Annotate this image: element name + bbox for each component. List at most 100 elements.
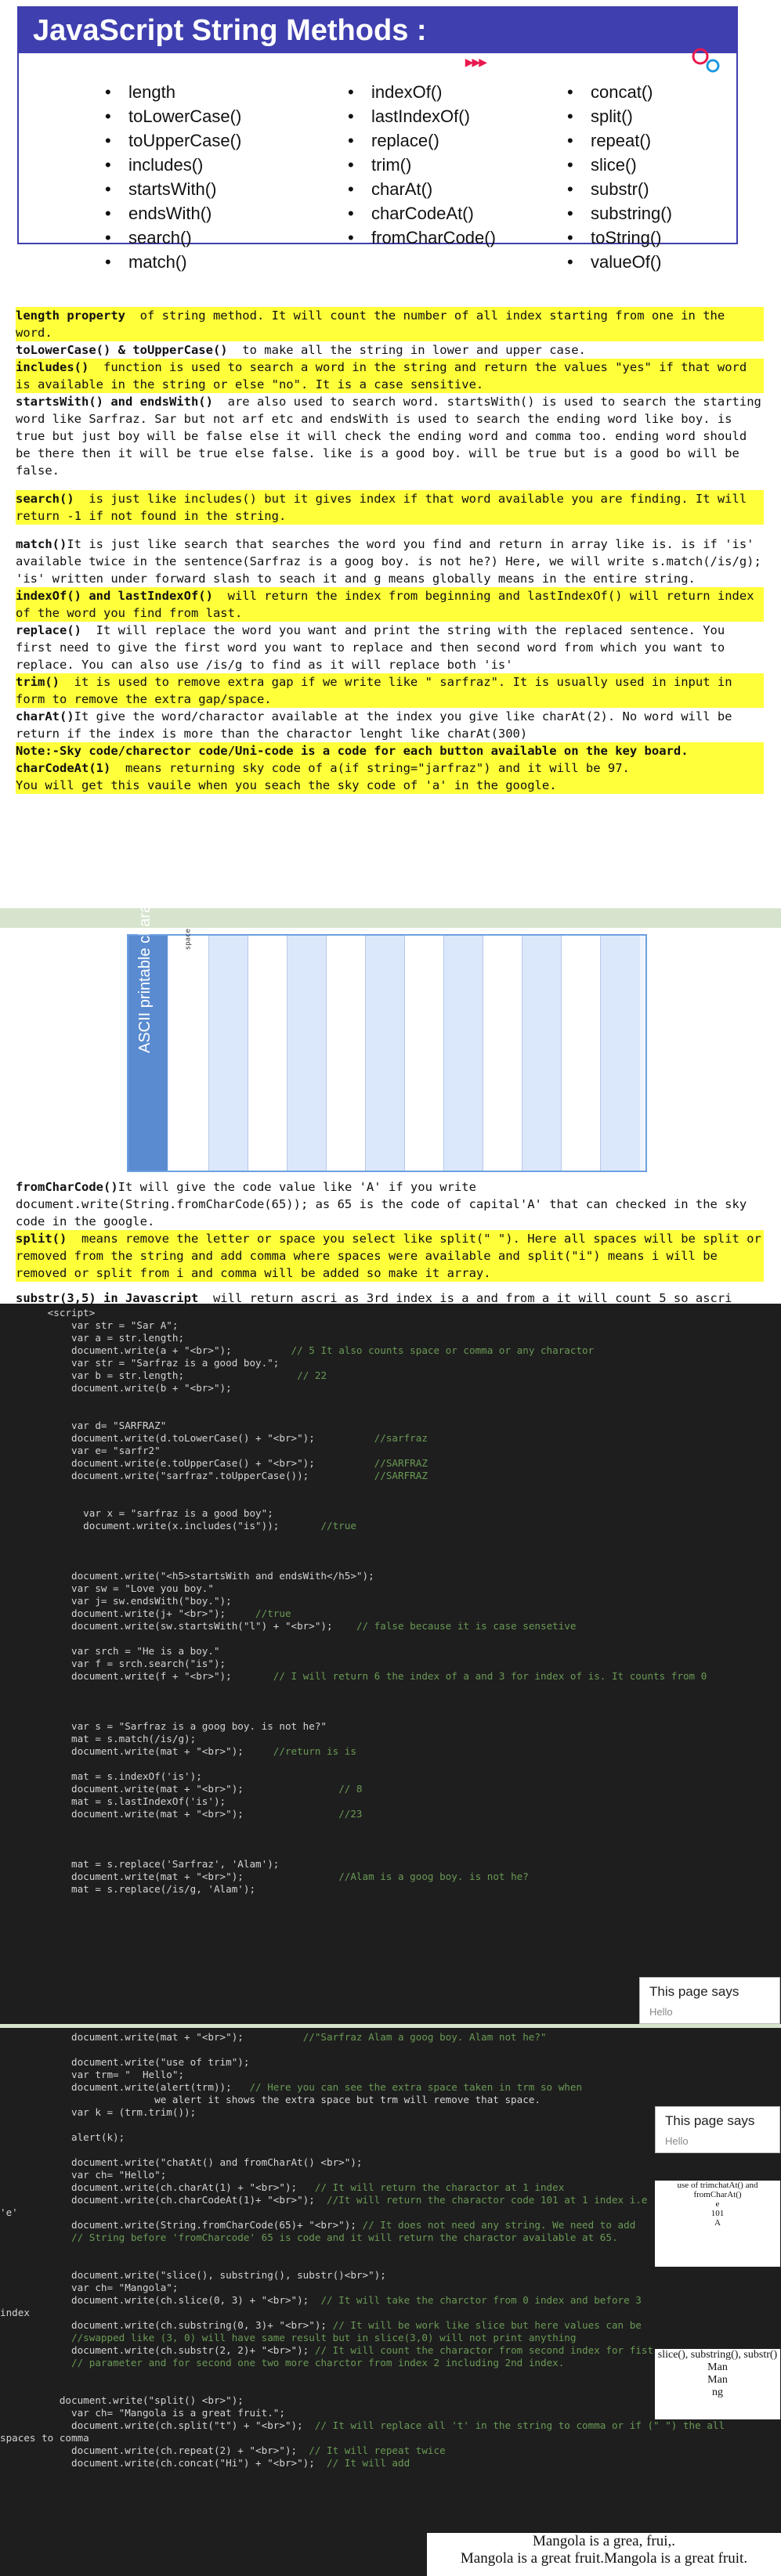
split-output: Mangola is a grea, frui,. Mangola is a g… <box>427 2533 781 2576</box>
note-keyword: charAt() <box>16 709 74 723</box>
starts-note: startsWith() and endsWith() are also use… <box>16 393 764 479</box>
method-item: match() <box>105 250 241 274</box>
match-note: match()It is just like search that searc… <box>16 536 764 587</box>
charcode-output: use of trimchatAt() and fromCharAt() e 1… <box>655 2181 780 2267</box>
method-item: toLowerCase() <box>105 104 241 128</box>
code-line: var s = "Sarfraz is a goog boy. is not h… <box>0 1720 327 1732</box>
code-line: mat = s.match(/is/g); <box>0 1733 197 1744</box>
ascii-table-sidebar: ASCII printable characters <box>128 871 168 1171</box>
note-keyword: includes() <box>16 360 89 374</box>
circles-icon <box>692 48 720 73</box>
code-block-1: <script> var str = "Sar A"; var a = str.… <box>0 1307 781 1896</box>
note-keyword: trim() <box>16 675 60 689</box>
method-item: includes() <box>105 153 241 177</box>
method-item: substr() <box>567 177 672 201</box>
code-line: document.write(sw.startsWith("l") + "<br… <box>0 1620 577 1632</box>
output-line: A <box>714 2218 721 2228</box>
split-note: split() means remove the letter or space… <box>16 1230 764 1282</box>
method-item: slice() <box>567 153 672 177</box>
note-keyword: replace() <box>16 623 81 637</box>
code-line: document.write(ch.split("t") + "<br>"); … <box>0 2419 725 2431</box>
code-line: document.write("sarfraz".toUpperCase());… <box>0 1470 428 1481</box>
charat-note: charAt()It give the word/charactor avail… <box>16 708 764 742</box>
ascii-column <box>404 936 444 1171</box>
method-item: split() <box>567 104 672 128</box>
ascii-column: space <box>169 929 208 1171</box>
code-line: document.write(mat + "<br>"); //23 <box>0 1808 363 1820</box>
replace-note: replace() It will replace the word you w… <box>16 622 764 673</box>
code-line: document.write(mat + "<br>"); //"Sarfraz… <box>0 2031 547 2043</box>
ascii-table-title: ASCII printable characters <box>136 870 154 1053</box>
alert-dialog-2: This page says Hello <box>655 2106 780 2153</box>
method-item: repeat() <box>567 128 672 153</box>
code-line: index <box>0 2307 30 2318</box>
ascii-column <box>600 936 640 1171</box>
code-line: //swapped like (3, 0) will have same res… <box>71 2332 577 2343</box>
note-text: is just like includes() but it gives ind… <box>16 492 754 523</box>
code-line: var str = "Sar A"; <box>0 1319 179 1331</box>
notes-text: length property of string method. It wil… <box>16 307 764 794</box>
charcode-note: charCodeAt(1) means returning sky code o… <box>16 759 764 777</box>
output-title: slice(), substring(), substr() <box>657 2349 778 2361</box>
ascii-grid: space <box>169 929 644 1171</box>
ascii-column <box>522 936 562 1171</box>
method-item: toString() <box>567 225 672 250</box>
output-line: Man <box>707 2361 728 2373</box>
arrows-icon: ▶▶▶ <box>465 56 487 69</box>
ascii-column <box>208 936 248 1171</box>
note-keyword: length property <box>16 308 125 323</box>
method-item: replace() <box>348 128 496 153</box>
code-line: var trm= " Hello"; <box>0 2069 185 2080</box>
method-item: toUpperCase() <box>105 128 241 153</box>
code-page-1: <script> var str = "Sar A"; var a = str.… <box>0 1304 781 2024</box>
methods-col-1: length toLowerCase() toUpperCase() inclu… <box>105 80 241 274</box>
code-line: var srch = "He is a boy." <box>0 1645 220 1657</box>
code-line: document.write(mat + "<br>"); //Alam is … <box>0 1871 529 1882</box>
ascii-column <box>443 936 483 1171</box>
note-keyword: startsWith() and endsWith() <box>16 395 213 409</box>
note-text: function is used to search a word in the… <box>16 360 754 391</box>
method-item: substring() <box>567 201 672 225</box>
note-keyword: match() <box>16 537 67 551</box>
note-keyword: search() <box>16 492 74 506</box>
code-line: mat = s.replace('Sarfraz', 'Alam'); <box>0 1858 280 1870</box>
sky-code-note: Note:-Sky code/charector code/Uni-code i… <box>16 742 764 759</box>
ascii-column <box>365 936 405 1171</box>
code-line: document.write(ch.concat("Hi") + "<br>")… <box>0 2457 410 2469</box>
code-line: document.write(f + "<br>"); // I will re… <box>0 1670 707 1682</box>
ascii-column <box>483 936 522 1171</box>
code-line: document.write(e.toUpperCase() + "<br>")… <box>0 1457 428 1469</box>
fromcharcode-note: fromCharCode()It will give the code valu… <box>16 1178 764 1230</box>
notes-text-2: fromCharCode()It will give the code valu… <box>16 1178 764 1324</box>
note-text: It will replace the word you want and pr… <box>16 623 732 672</box>
code-line: document.write("use of trim"); <box>0 2056 250 2068</box>
code-line: document.write(a + "<br>"); // 5 It also… <box>0 1344 595 1356</box>
ascii-column <box>326 936 366 1171</box>
method-item: startsWith() <box>105 177 241 201</box>
note-keyword: indexOf() and lastIndexOf() <box>16 589 213 603</box>
code-line: <script> <box>0 1307 96 1319</box>
output-title: use of trimchatAt() and fromCharAt() <box>677 2181 758 2199</box>
output-line: ng <box>712 2387 723 2398</box>
search-note: search() is just like includes() but it … <box>16 490 764 525</box>
note-text: means remove the letter or space you sel… <box>16 1232 769 1280</box>
ascii-column <box>561 936 601 1171</box>
note-keyword: split() <box>16 1232 67 1246</box>
method-item: fromCharCode() <box>348 225 496 250</box>
alert-title: This page says <box>649 1984 739 1999</box>
note-text: to make all the string in lower and uppe… <box>227 343 586 357</box>
banner-title: JavaScript String Methods : <box>19 8 736 53</box>
method-item: search() <box>105 225 241 250</box>
code-line: document.write(b + "<br>"); <box>0 1382 232 1394</box>
code-line: document.write("chatAt() and fromCharAt(… <box>0 2156 363 2168</box>
method-item: indexOf() <box>348 80 496 104</box>
code-line: mat = s.indexOf('is'); <box>0 1770 202 1782</box>
methods-col-3: concat() split() repeat() slice() substr… <box>567 80 672 274</box>
